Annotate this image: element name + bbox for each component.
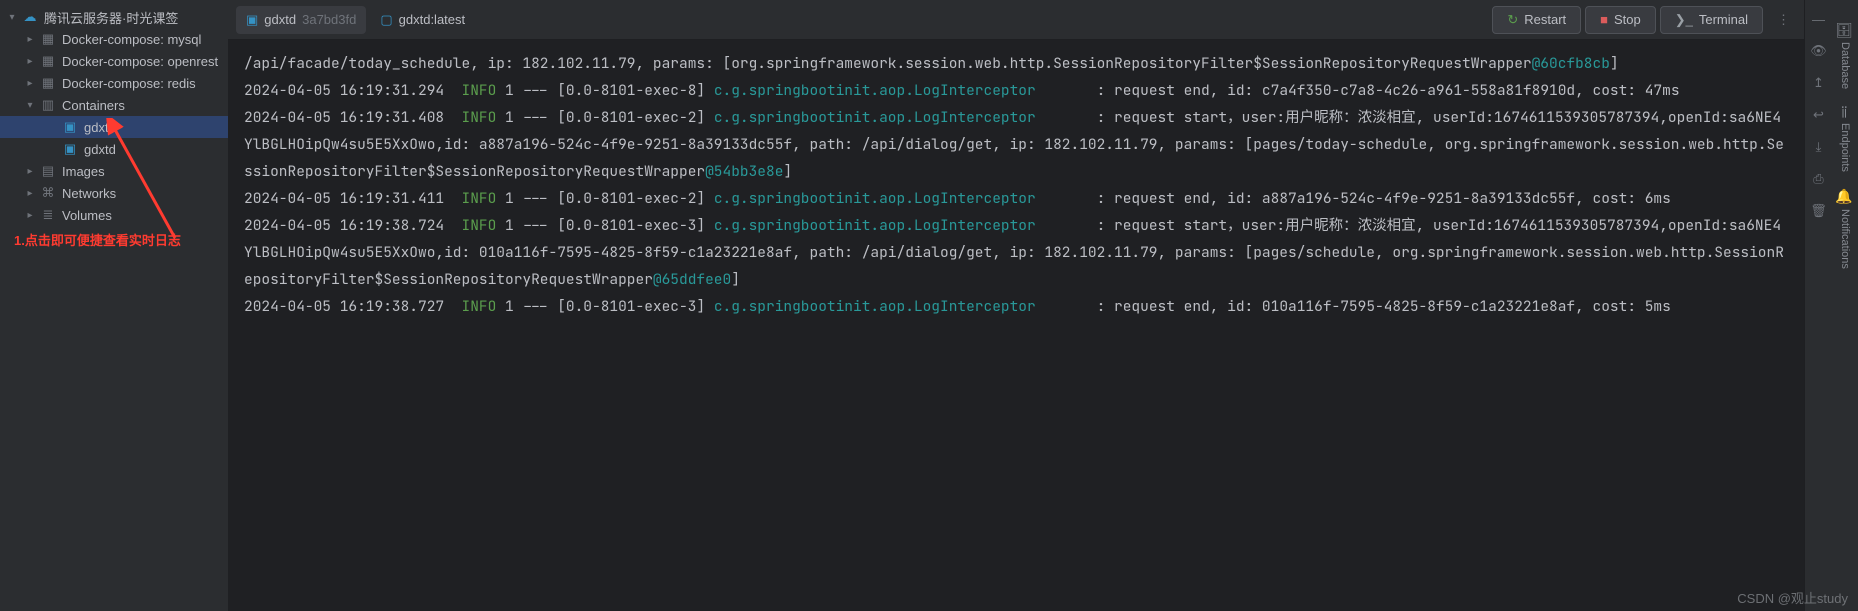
tree-label: Docker-compose: mysql	[62, 32, 201, 47]
bell-icon: 🔔	[1837, 188, 1853, 205]
endpoints-icon: ≔	[1837, 105, 1853, 119]
button-label: Stop	[1614, 12, 1641, 27]
tree-root[interactable]: ▾ ☁ 腾讯云服务器·时光课签	[0, 6, 228, 28]
tree-label: gdxtd	[84, 142, 116, 157]
tree-networks[interactable]: ▸ ⌘ Networks	[0, 182, 228, 204]
tree-container-item[interactable]: ▣ gdxtd	[0, 116, 228, 138]
tab-label: gdxtd:latest	[399, 12, 466, 27]
tree-images[interactable]: ▸ ▤ Images	[0, 160, 228, 182]
database-icon: 🗄	[1837, 20, 1853, 38]
stop-icon: ■	[1600, 12, 1608, 27]
annotation-text: 1.点击即可便捷查看实时日志	[14, 230, 181, 249]
tab-label: gdxtd	[264, 12, 296, 27]
chevron-right-icon: ▸	[22, 53, 38, 69]
networks-icon: ⌘	[40, 185, 56, 201]
container-icon: ▣	[62, 119, 78, 135]
tree-label: Networks	[62, 186, 116, 201]
volumes-icon: ≣	[40, 207, 56, 223]
log-line: 2024-04-05 16:19:38.727 INFO 1 --- [0.0-…	[244, 293, 1788, 320]
chevron-down-icon: ▾	[4, 9, 20, 25]
notifications-toolwindow[interactable]: 🔔 Notifications	[1837, 184, 1853, 273]
docker-tree-sidebar: ▾ ☁ 腾讯云服务器·时光课签 ▸ ▦ Docker-compose: mysq…	[0, 0, 228, 611]
rail-label: Notifications	[1839, 209, 1851, 269]
stop-button[interactable]: ■ Stop	[1585, 6, 1656, 34]
hide-icon[interactable]: —	[1810, 10, 1828, 28]
chevron-right-icon: ▸	[22, 185, 38, 201]
log-line: 2024-04-05 16:19:31.294 INFO 1 --- [0.0-…	[244, 77, 1788, 104]
restart-icon: ↻	[1507, 12, 1518, 28]
log-line: 2024-04-05 16:19:38.724 INFO 1 --- [0.0-…	[244, 212, 1788, 293]
tree-compose-item[interactable]: ▸ ▦ Docker-compose: mysql	[0, 28, 228, 50]
log-console[interactable]: /api/facade/today_schedule, ip: 182.102.…	[228, 40, 1804, 611]
container-icon: ▣	[246, 12, 258, 28]
tab-hash: 3a7bd3fd	[302, 12, 356, 27]
tree-containers[interactable]: ▾ ▥ Containers	[0, 94, 228, 116]
tree-label: Docker-compose: redis	[62, 76, 196, 91]
tree-label: Images	[62, 164, 105, 179]
tab-container-log[interactable]: ▣ gdxtd 3a7bd3fd	[236, 6, 366, 34]
print-icon[interactable]: ⎙	[1810, 170, 1828, 188]
tree-root-label: 腾讯云服务器·时光课签	[44, 8, 178, 27]
terminal-button[interactable]: ❯_ Terminal	[1660, 6, 1763, 34]
softwrap-icon[interactable]: ↩	[1810, 106, 1828, 124]
restart-button[interactable]: ↻ Restart	[1492, 6, 1581, 34]
button-label: Terminal	[1699, 12, 1748, 27]
cloud-icon: ☁	[22, 9, 38, 25]
chevron-right-icon: ▸	[22, 75, 38, 91]
log-line: /api/facade/today_schedule, ip: 182.102.…	[244, 50, 1788, 77]
tree-label: Docker-compose: openrest	[62, 54, 218, 69]
log-line: 2024-04-05 16:19:31.411 INFO 1 --- [0.0-…	[244, 185, 1788, 212]
delete-icon[interactable]: 🗑	[1810, 202, 1828, 220]
scroll-end-icon[interactable]: ⤓	[1810, 138, 1828, 156]
endpoints-toolwindow[interactable]: ≔ Endpoints	[1837, 101, 1853, 176]
rail-label: Endpoints	[1839, 123, 1851, 172]
main-panel: ▣ gdxtd 3a7bd3fd ▢ gdxtd:latest ↻ Restar…	[228, 0, 1804, 611]
containers-group-icon: ▥	[40, 97, 56, 113]
tree-label: Containers	[62, 98, 125, 113]
compose-icon: ▦	[40, 31, 56, 47]
toolwindow-rail: — 👁 ↥ ↩ ⤓ ⎙ 🗑	[1804, 0, 1832, 611]
tree-compose-item[interactable]: ▸ ▦ Docker-compose: redis	[0, 72, 228, 94]
log-line: 2024-04-05 16:19:31.408 INFO 1 --- [0.0-…	[244, 104, 1788, 185]
eye-icon[interactable]: 👁	[1810, 42, 1828, 60]
tree-volumes[interactable]: ▸ ≣ Volumes	[0, 204, 228, 226]
rail-label: Database	[1839, 42, 1851, 89]
tree-label: gdxtd	[84, 120, 116, 135]
tabbar: ▣ gdxtd 3a7bd3fd ▢ gdxtd:latest ↻ Restar…	[228, 0, 1804, 40]
image-icon: ▢	[380, 12, 392, 28]
upload-icon[interactable]: ↥	[1810, 74, 1828, 92]
chevron-right-icon: ▸	[22, 207, 38, 223]
container-icon: ▣	[62, 141, 78, 157]
images-icon: ▤	[40, 163, 56, 179]
compose-icon: ▦	[40, 53, 56, 69]
ide-right-rail: 🗄 Database ≔ Endpoints 🔔 Notifications	[1832, 0, 1858, 611]
tree-label: Volumes	[62, 208, 112, 223]
chevron-down-icon: ▾	[22, 97, 38, 113]
tree-container-item[interactable]: ▣ gdxtd	[0, 138, 228, 160]
chevron-right-icon: ▸	[22, 163, 38, 179]
more-actions-icon[interactable]: ⋮	[1771, 8, 1796, 32]
compose-icon: ▦	[40, 75, 56, 91]
tree-compose-item[interactable]: ▸ ▦ Docker-compose: openrest	[0, 50, 228, 72]
tab-image[interactable]: ▢ gdxtd:latest	[370, 6, 475, 34]
database-toolwindow[interactable]: 🗄 Database	[1837, 16, 1853, 93]
chevron-right-icon: ▸	[22, 31, 38, 47]
button-label: Restart	[1524, 12, 1566, 27]
terminal-icon: ❯_	[1675, 12, 1693, 28]
